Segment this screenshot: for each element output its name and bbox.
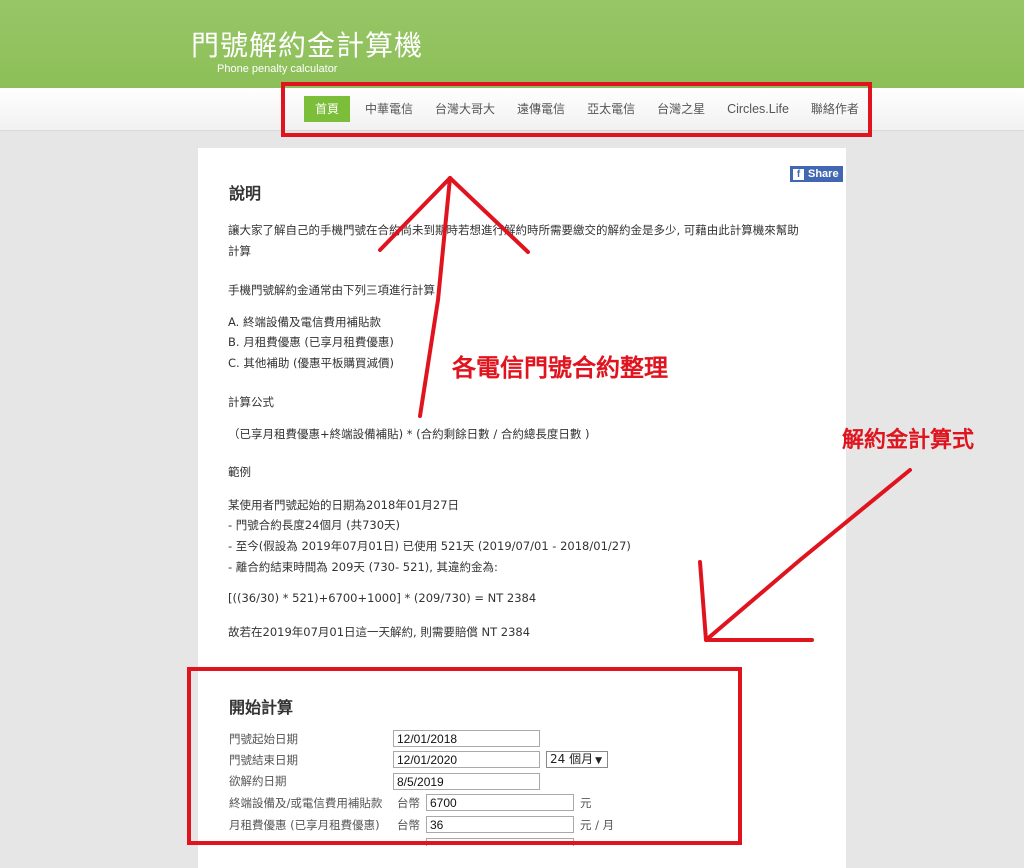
annotation-box-nav (281, 82, 872, 137)
formula-title: 計算公式 (228, 395, 274, 409)
example-line-3: - 至今(假設為 2019年07月01日) 已使用 521天 (2019/07/… (228, 539, 631, 553)
list-item-b: B. 月租費優惠 (已享月租費優惠) (228, 335, 394, 349)
formula-text: （已享月租費優惠+終端設備補貼) * (合約剩餘日數 / 合約總長度日數 ) (228, 427, 590, 441)
annotation-carrier-note: 各電信門號合約整理 (452, 354, 668, 382)
site-header: 門號解約金計算機 Phone penalty calculator (0, 0, 1024, 88)
intro-paragraph-line1: 讓大家了解自己的手機門號在合約尚未到期時若想進行解約時所需要繳交的解約金是多少,… (228, 223, 799, 237)
list-item-c: C. 其他補助 (優惠平板購買減價) (228, 356, 394, 370)
example-line-4: - 離合約結束時間為 209天 (730- 521), 其違約金為: (228, 560, 498, 574)
intro-heading: 說明 (229, 184, 262, 203)
intro-paragraph-line2: 計算 (228, 244, 251, 258)
example-result: 故若在2019年07月01日這一天解約, 則需要賠償 NT 2384 (228, 625, 531, 639)
example-line-1: 某使用者門號起始的日期為2018年01月27日 (228, 498, 460, 512)
list-item-a: A. 終端設備及電信費用補貼款 (228, 315, 381, 329)
example-line-2: - 門號合約長度24個月 (共730天) (228, 518, 401, 532)
site-subtitle: Phone penalty calculator (217, 63, 338, 75)
annotation-box-calculator (187, 667, 742, 845)
facebook-share-button[interactable]: f Share (790, 166, 843, 182)
share-label: Share (808, 168, 839, 180)
annotation-formula-note: 解約金計算式 (842, 428, 975, 453)
intro-paragraph-2: 手機門號解約金通常由下列三項進行計算 (228, 283, 435, 297)
facebook-icon: f (793, 168, 804, 180)
example-formula: [((36/30) * 521)+6700+1000] * (209/730) … (228, 591, 537, 605)
example-title: 範例 (228, 465, 251, 479)
site-title[interactable]: 門號解約金計算機 (191, 24, 423, 64)
